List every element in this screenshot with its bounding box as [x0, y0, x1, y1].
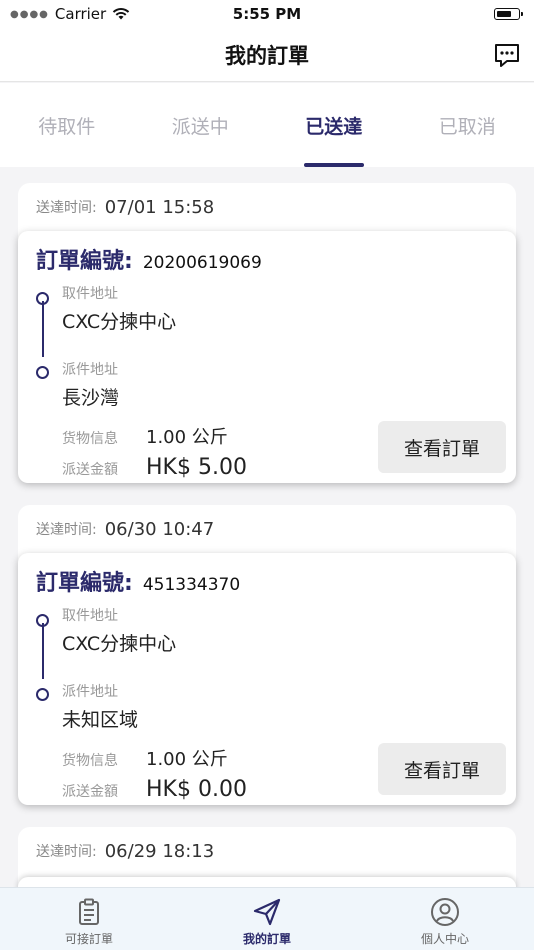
- order-status-tabs: 待取件 派送中 已送達 已取消: [0, 83, 534, 167]
- pickup-label: 取件地址: [62, 608, 118, 624]
- route-line: [41, 623, 44, 679]
- signal-icon: ●●●●: [10, 8, 49, 20]
- delivered-time-value: 07/01 15:58: [104, 196, 215, 218]
- cargo-value: 1.00 公斤: [146, 427, 228, 448]
- user-circle-icon: [431, 898, 459, 926]
- view-order-button[interactable]: 查看訂單: [378, 421, 506, 473]
- amount-value: HK$ 0.00: [146, 777, 247, 802]
- delivered-time-label: 送達时间:: [36, 844, 97, 860]
- order-group: 送達时间: 06/29 18:13: [18, 827, 516, 887]
- carrier-label: Carrier: [54, 5, 107, 23]
- route: 取件地址 CXC分揀中心 派件地址 長沙灣: [36, 283, 500, 419]
- delivered-time-row: 送達时间: 07/01 15:58: [18, 183, 516, 231]
- page-title: 我的訂單: [225, 43, 309, 68]
- order-number-label: 訂單編號:: [36, 571, 133, 596]
- dropoff-address: 未知区域: [62, 709, 139, 731]
- delivered-time-label: 送達时间:: [36, 522, 97, 538]
- clipboard-icon: [79, 898, 99, 925]
- tab-profile-label: 個人中心: [420, 932, 469, 946]
- tab-cancelled[interactable]: 已取消: [401, 83, 534, 167]
- order-number-label: 訂單編號:: [36, 249, 133, 274]
- status-bar: ●●●● Carrier 5:55 PM: [0, 0, 534, 28]
- view-order-button[interactable]: 查看訂單: [378, 743, 506, 795]
- pickup-label: 取件地址: [62, 286, 118, 302]
- order-card[interactable]: [18, 877, 516, 887]
- dropoff-dot-icon: [36, 366, 49, 379]
- order-number-value: 451334370: [142, 575, 241, 595]
- cargo-label: 货物信息: [62, 431, 118, 447]
- amount-label: 派送金額: [62, 784, 118, 800]
- tab-delivered[interactable]: 已送達: [267, 83, 401, 167]
- navigation-bar: 我的訂單: [0, 28, 534, 82]
- order-card[interactable]: 訂單編號: 20200619069 取件地址 CXC分揀中心 派件地址 長沙灣 …: [18, 231, 516, 483]
- message-icon: [495, 44, 519, 67]
- delivered-time-row: 送達时间: 06/30 10:47: [18, 505, 516, 553]
- tab-delivering[interactable]: 派送中: [134, 83, 268, 167]
- order-card[interactable]: 訂單編號: 451334370 取件地址 CXC分揀中心 派件地址 未知区域 货…: [18, 553, 516, 805]
- route: 取件地址 CXC分揀中心 派件地址 未知区域: [36, 605, 500, 741]
- delivered-time-value: 06/30 10:47: [104, 518, 215, 540]
- delivered-time-label: 送達时间:: [36, 200, 97, 216]
- battery-icon: [494, 8, 523, 20]
- order-group: 送達时间: 07/01 15:58 訂單編號: 20200619069 取件地址…: [18, 183, 516, 483]
- wifi-icon: [113, 8, 130, 20]
- tab-my-orders[interactable]: 我的訂單: [178, 888, 356, 950]
- tab-profile[interactable]: 個人中心: [356, 888, 534, 950]
- dropoff-dot-icon: [36, 688, 49, 701]
- amount-value: HK$ 5.00: [146, 455, 247, 480]
- pickup-address: CXC分揀中心: [62, 633, 177, 655]
- tab-available-orders[interactable]: 可接訂單: [0, 888, 178, 950]
- delivered-time-value: 06/29 18:13: [104, 840, 215, 862]
- bottom-tab-bar: 可接訂單 我的訂單 個人中心: [0, 887, 534, 950]
- route-line: [41, 301, 44, 357]
- tab-available-orders-label: 可接訂單: [64, 932, 113, 946]
- order-number-value: 20200619069: [142, 253, 262, 273]
- tab-my-orders-label: 我的訂單: [242, 932, 291, 946]
- dropoff-address: 長沙灣: [62, 387, 120, 409]
- send-icon: [253, 898, 281, 926]
- delivered-time-row: 送達时间: 06/29 18:13: [18, 827, 516, 875]
- amount-label: 派送金額: [62, 462, 118, 478]
- chat-button[interactable]: [492, 40, 522, 70]
- cargo-label: 货物信息: [62, 753, 118, 769]
- order-list[interactable]: 送達时间: 07/01 15:58 訂單編號: 20200619069 取件地址…: [0, 167, 534, 887]
- order-group: 送達时间: 06/30 10:47 訂單編號: 451334370 取件地址 C…: [18, 505, 516, 805]
- cargo-value: 1.00 公斤: [146, 749, 228, 770]
- dropoff-label: 派件地址: [62, 684, 118, 700]
- tab-pending-pickup[interactable]: 待取件: [0, 83, 134, 167]
- pickup-address: CXC分揀中心: [62, 311, 177, 333]
- dropoff-label: 派件地址: [62, 362, 118, 378]
